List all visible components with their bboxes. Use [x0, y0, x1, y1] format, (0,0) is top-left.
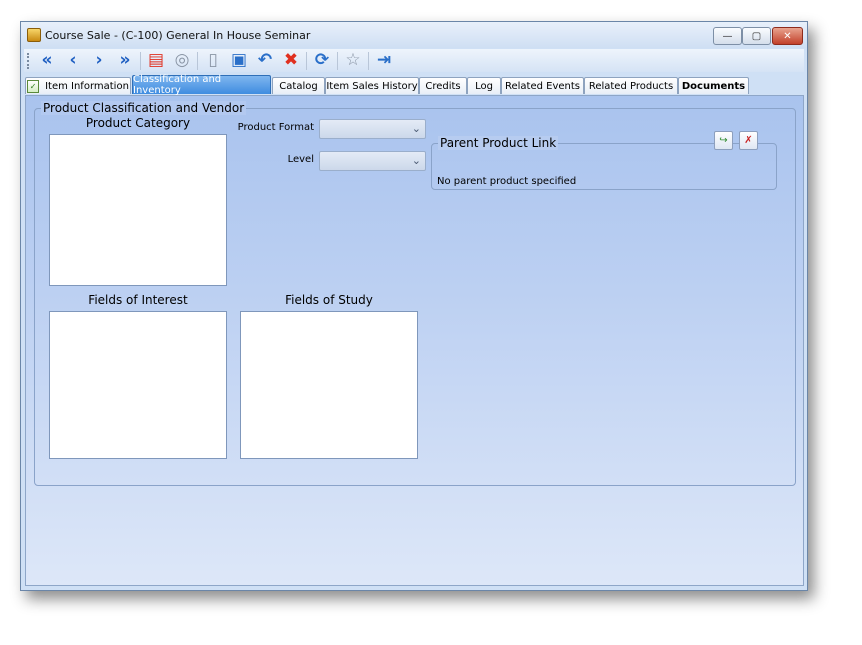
close-button[interactable]: ✕ [772, 27, 803, 45]
product-category-label: Product Category [85, 116, 191, 130]
tab-log[interactable]: Log [467, 77, 501, 94]
tab-label: Credits [425, 80, 461, 92]
toolbar-separator [140, 51, 141, 70]
toolbar-separator [197, 51, 198, 70]
chevron-down-icon: ⌄ [411, 154, 421, 167]
undo-icon[interactable]: ↶ [254, 50, 276, 71]
tab-item-information[interactable]: ✓ Item Information [25, 77, 131, 94]
tab-label: Related Products [588, 80, 674, 92]
app-icon [27, 28, 41, 42]
report-icon[interactable]: ▤ [145, 50, 167, 71]
minimize-button[interactable]: — [713, 27, 742, 45]
tab-label: Documents [681, 80, 746, 92]
tab-label: Catalog [279, 80, 318, 92]
tab-documents[interactable]: Documents [678, 77, 749, 94]
tab-related-events[interactable]: Related Events [501, 77, 584, 94]
link-add-icon: ↪ [719, 135, 728, 146]
maximize-button[interactable]: ▢ [742, 27, 771, 45]
toolbar-separator [306, 51, 307, 70]
level-select[interactable]: ⌄ [319, 151, 426, 171]
previous-record-icon[interactable]: ‹ [62, 50, 84, 71]
parent-product-status: No parent product specified [437, 176, 577, 187]
title-bar[interactable]: Course Sale - (C-100) General In House S… [21, 22, 807, 48]
tab-related-products[interactable]: Related Products [584, 77, 678, 94]
first-record-icon[interactable]: « [36, 50, 58, 71]
tab-content-panel: Product Classification and Vendor Produc… [25, 95, 804, 586]
parent-product-link-title: Parent Product Link [438, 136, 559, 150]
fields-of-study-list[interactable] [240, 311, 418, 459]
tab-credits[interactable]: Credits [419, 77, 467, 94]
level-label: Level [287, 154, 314, 165]
add-parent-link-button[interactable]: ↪ [714, 131, 733, 150]
tab-strip: ✓ Item Information Classification and In… [25, 74, 805, 96]
last-record-icon[interactable]: » [114, 50, 136, 71]
refresh-icon[interactable]: ⟳ [311, 50, 333, 71]
tab-label: Item Information [45, 80, 129, 92]
fields-of-interest-label: Fields of Interest [88, 293, 188, 307]
fields-of-interest-list[interactable] [49, 311, 227, 459]
product-format-select[interactable]: ⌄ [319, 119, 426, 139]
tab-label: Classification and Inventory [133, 74, 222, 96]
product-format-label: Product Format [237, 122, 314, 133]
delete-icon[interactable]: ✖ [280, 50, 302, 71]
tab-label: Item Sales History [326, 80, 418, 92]
parent-product-link-group: Parent Product Link ↪ ✗ No parent produc… [431, 131, 777, 190]
tab-catalog[interactable]: Catalog [272, 77, 325, 94]
group-title: Product Classification and Vendor [41, 101, 247, 115]
next-record-icon[interactable]: › [88, 50, 110, 71]
toolbar-separator [337, 51, 338, 70]
tab-classification-and-inventory[interactable]: Classification and Inventory [132, 74, 271, 96]
tab-label: Log [475, 80, 493, 92]
link-remove-icon: ✗ [744, 135, 753, 146]
new-record-icon[interactable]: ▯ [202, 50, 224, 71]
tab-label: Related Events [504, 80, 580, 92]
window-title: Course Sale - (C-100) General In House S… [45, 29, 311, 42]
favorite-star-icon[interactable]: ☆ [342, 50, 364, 71]
chevron-down-icon: ⌄ [411, 122, 421, 135]
exit-icon[interactable]: ⇥ [373, 50, 395, 71]
save-icon[interactable]: ▣ [228, 50, 250, 71]
find-icon[interactable]: ◎ [171, 50, 193, 71]
tab-item-sales-history[interactable]: Item Sales History [325, 77, 419, 94]
main-window: Course Sale - (C-100) General In House S… [20, 21, 808, 591]
product-category-list[interactable] [49, 134, 227, 286]
check-icon: ✓ [27, 79, 40, 93]
toolbar-grip[interactable] [27, 52, 33, 69]
fields-of-study-label: Fields of Study [285, 293, 373, 307]
remove-parent-link-button[interactable]: ✗ [739, 131, 758, 150]
toolbar: « ‹ › » ▤ ◎ ▯ ▣ ↶ ✖ ⟳ ☆ ⇥ [24, 49, 804, 72]
toolbar-separator [368, 51, 369, 70]
product-classification-group: Product Classification and Vendor Produc… [34, 101, 796, 486]
